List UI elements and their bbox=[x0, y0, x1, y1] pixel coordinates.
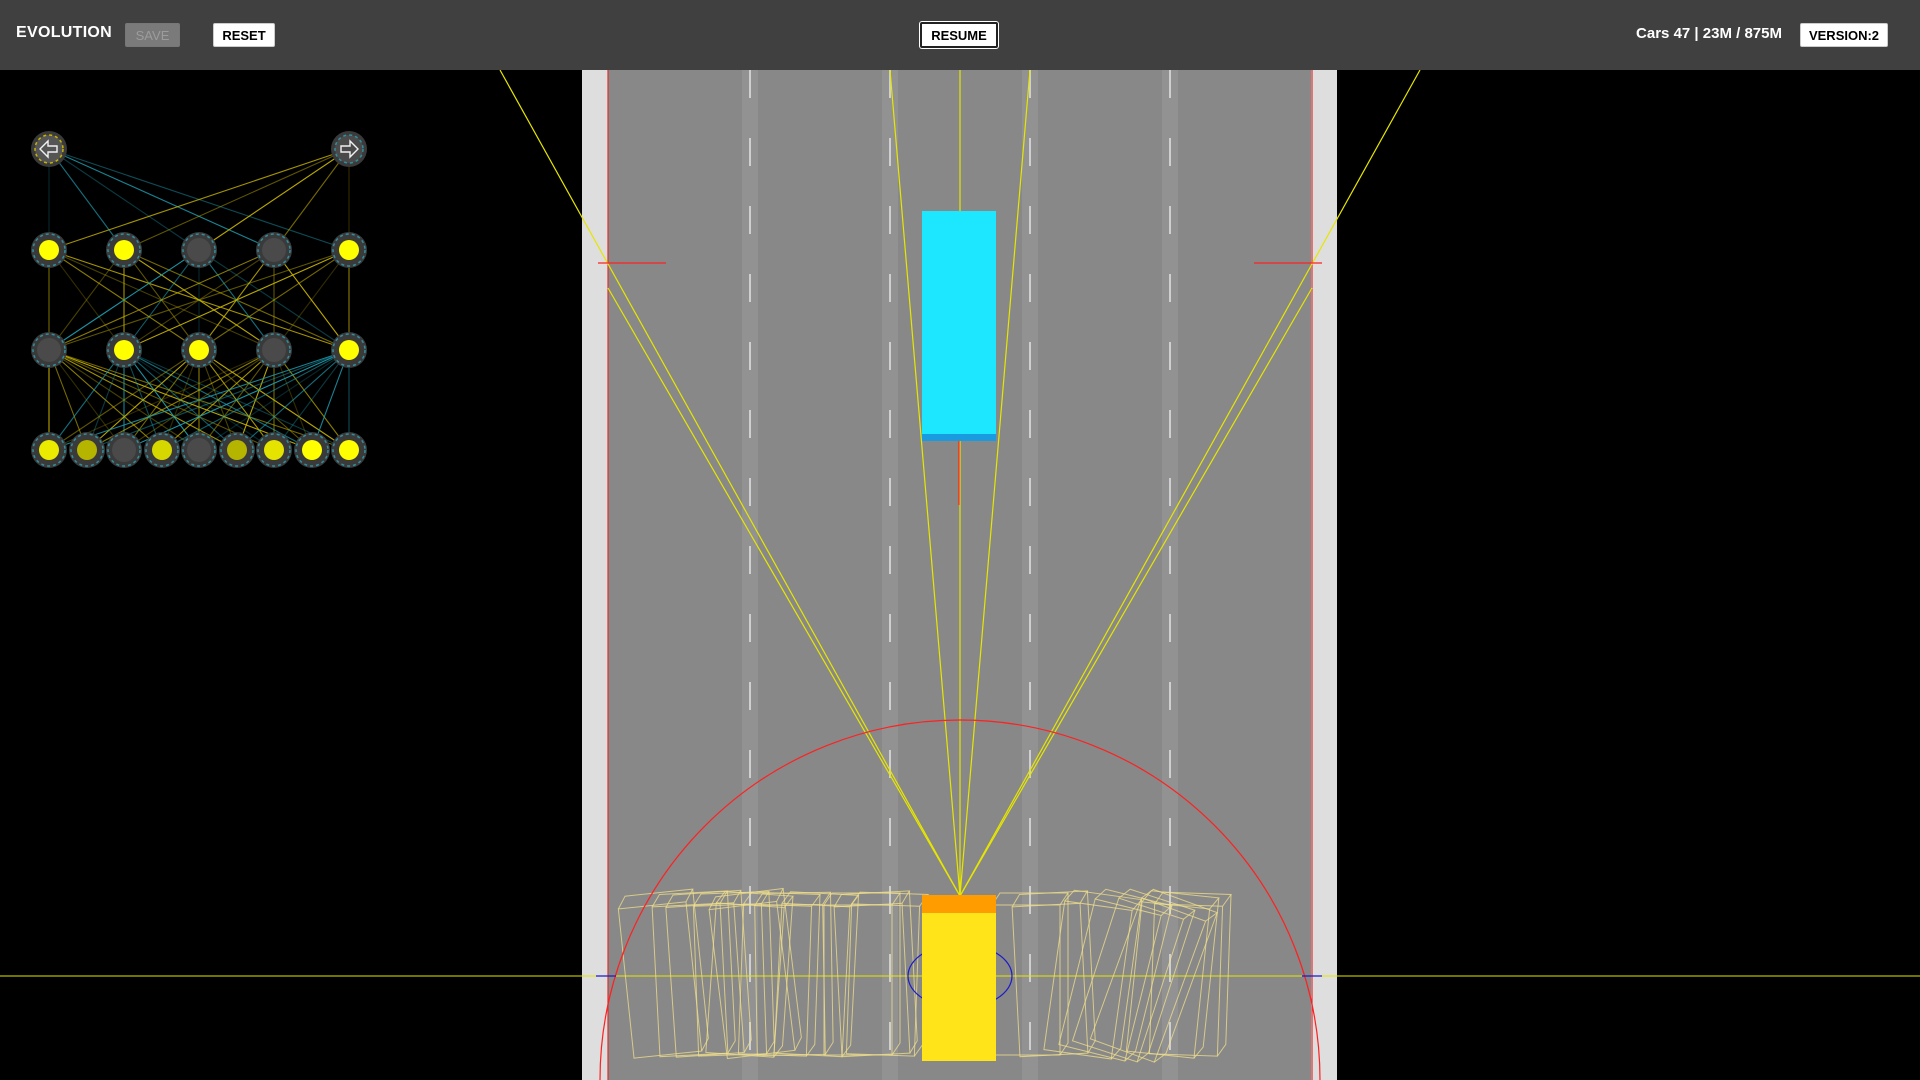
network-links bbox=[48, 148, 350, 451]
simulation-canvas bbox=[0, 70, 1920, 1080]
arrow-right-icon bbox=[331, 131, 367, 167]
network-link bbox=[48, 148, 275, 251]
top-toolbar: EVOLUTION SAVE RESET RESUME Cars 47 | 23… bbox=[0, 0, 1920, 70]
hidden-node bbox=[256, 232, 292, 268]
hidden-node bbox=[181, 332, 217, 368]
reset-button[interactable]: RESET bbox=[213, 23, 275, 47]
save-button[interactable]: SAVE bbox=[125, 23, 180, 47]
app-title: EVOLUTION bbox=[16, 24, 113, 41]
hidden-node bbox=[181, 232, 217, 268]
arrow-left-icon bbox=[31, 131, 67, 167]
hidden-node bbox=[31, 332, 67, 368]
hidden-node bbox=[331, 232, 367, 268]
hidden-node bbox=[256, 332, 292, 368]
version-button[interactable]: VERSION:2 bbox=[1800, 23, 1888, 47]
hidden-node bbox=[31, 232, 67, 268]
network-link bbox=[123, 148, 350, 251]
road-shoulder-right bbox=[1311, 70, 1337, 1080]
input-node bbox=[144, 432, 180, 468]
network-link bbox=[86, 349, 200, 451]
input-node bbox=[294, 432, 330, 468]
input-node bbox=[31, 432, 67, 468]
input-node bbox=[256, 432, 292, 468]
input-node bbox=[106, 432, 142, 468]
network-link bbox=[48, 148, 125, 251]
input-node bbox=[219, 432, 255, 468]
input-node bbox=[69, 432, 105, 468]
hidden-node bbox=[331, 332, 367, 368]
road-shoulder-left bbox=[582, 70, 608, 1080]
neural-network-visualizer bbox=[31, 131, 367, 468]
hidden-node bbox=[106, 232, 142, 268]
car-count-distance-stats: Cars 47 | 23M / 875M bbox=[1636, 25, 1782, 42]
hidden-node bbox=[106, 332, 142, 368]
network-link bbox=[273, 148, 350, 251]
network-link bbox=[236, 349, 350, 451]
input-node bbox=[181, 432, 217, 468]
resume-button[interactable]: RESUME bbox=[920, 22, 998, 48]
input-node bbox=[331, 432, 367, 468]
